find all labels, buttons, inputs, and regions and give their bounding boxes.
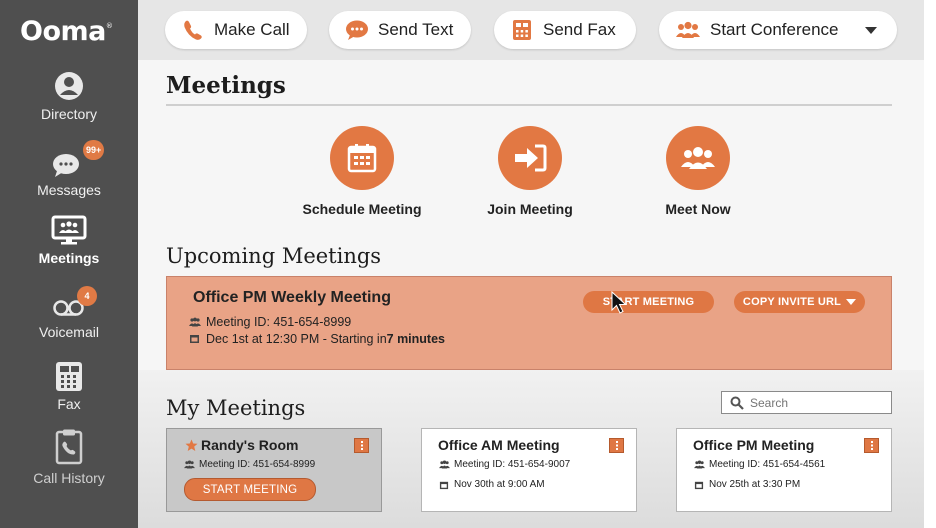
copy-invite-url-button[interactable]: COPY INVITE URL (734, 291, 865, 313)
join-meeting-action[interactable]: Join Meeting (450, 126, 610, 217)
voicemail-icon: 4 (51, 286, 97, 320)
chat-bubble-icon (345, 18, 369, 42)
upcoming-meeting-title: Office PM Weekly Meeting (193, 289, 391, 306)
start-meeting-button[interactable]: START MEETING (184, 478, 316, 501)
call-history-clipboard-icon (50, 428, 88, 466)
search-input[interactable] (750, 395, 880, 410)
meeting-card-title: Office AM Meeting (438, 437, 560, 453)
meeting-card[interactable]: Office PM Meeting Meeting ID: 451-654-45… (676, 428, 892, 512)
upcoming-meeting-countdown: 7 minutes (386, 332, 445, 346)
page-title: Meetings (166, 72, 286, 99)
start-conference-button[interactable]: Start Conference (659, 11, 897, 49)
meeting-card[interactable]: Office AM Meeting Meeting ID: 451-654-90… (421, 428, 637, 512)
window-edge (924, 0, 936, 528)
group-icon (694, 460, 705, 470)
voicemail-badge: 4 (77, 286, 97, 306)
calendar-icon[interactable] (330, 126, 394, 190)
sidebar-item-fax[interactable]: Fax (0, 360, 138, 412)
meeting-card-id-row: Meeting ID: 451-654-4561 (694, 459, 825, 470)
sidebar-item-label: Messages (37, 182, 101, 198)
upcoming-meeting-time-row: Dec 1st at 12:30 PM - Starting in 7 minu… (189, 332, 445, 346)
sidebar-item-call-history[interactable]: Call History (0, 428, 138, 486)
group-icon (189, 316, 201, 328)
my-meetings-heading: My Meetings (166, 396, 306, 420)
start-meeting-button[interactable]: START MEETING (583, 291, 714, 313)
meeting-card-id-row: Meeting ID: 451-654-9007 (439, 459, 570, 470)
fax-icon (51, 360, 87, 392)
calendar-icon (189, 333, 201, 345)
search-icon (730, 396, 744, 410)
upcoming-meetings-heading: Upcoming Meetings (166, 244, 382, 268)
schedule-meeting-label: Schedule Meeting (302, 201, 422, 217)
meeting-card-id-row: Meeting ID: 451-654-8999 (184, 459, 315, 470)
group-icon[interactable] (666, 126, 730, 190)
send-text-button[interactable]: Send Text (329, 11, 471, 49)
start-conference-label: Start Conference (710, 20, 839, 39)
sidebar-item-label: Directory (40, 106, 97, 122)
upcoming-meeting-id: Meeting ID: 451-654-8999 (206, 315, 352, 329)
join-meeting-label: Join Meeting (487, 201, 573, 217)
make-call-button[interactable]: Make Call (165, 11, 307, 49)
chevron-down-icon (846, 299, 857, 305)
meeting-card-date: Nov 25th at 3:30 PM (709, 479, 801, 490)
ooma-logo: Ooma® (20, 16, 113, 47)
upcoming-meeting-time: Dec 1st at 12:30 PM - Starting in (206, 332, 387, 346)
sidebar-item-voicemail[interactable]: 4 Voicemail (0, 286, 138, 340)
meeting-card-date-row: Nov 25th at 3:30 PM (694, 479, 800, 490)
send-fax-button[interactable]: Send Fax (494, 11, 636, 49)
make-call-label: Make Call (214, 20, 290, 39)
sidebar-item-messages[interactable]: 99+ Messages (0, 140, 138, 198)
sidebar-item-label: Meetings (38, 250, 100, 266)
sidebar-item-directory[interactable]: Directory (0, 70, 138, 122)
sidebar-item-label: Call History (33, 470, 105, 486)
group-icon (675, 18, 701, 42)
copy-invite-url-label: COPY INVITE URL (742, 296, 842, 308)
meeting-card-date: Nov 30th at 9:00 AM (454, 479, 545, 490)
person-icon (51, 70, 87, 102)
sign-in-arrow-icon[interactable] (498, 126, 562, 190)
top-toolbar: Make Call Send Text Send Fax Start Confe… (138, 0, 936, 60)
meet-now-label: Meet Now (665, 201, 731, 217)
upcoming-meeting-card: Office PM Weekly Meeting Meeting ID: 451… (166, 276, 892, 370)
search-box[interactable] (721, 391, 892, 414)
sidebar-item-label: Voicemail (39, 324, 99, 340)
star-icon (185, 439, 198, 451)
meetings-monitor-icon (51, 214, 87, 246)
sidebar-item-meetings[interactable]: Meetings (0, 214, 138, 266)
meet-now-action[interactable]: Meet Now (618, 126, 778, 217)
meeting-card-title: Randy's Room (201, 437, 299, 453)
chat-bubble-icon: 99+ (51, 140, 105, 178)
more-options-icon[interactable] (609, 438, 624, 453)
send-fax-label: Send Fax (543, 20, 616, 39)
meeting-card-title-row: Randy's Room (185, 437, 298, 453)
sidebar: Ooma® Directory 99+ Messages Meetings 4 … (0, 0, 138, 528)
calendar-icon (694, 480, 705, 490)
calendar-icon (439, 480, 450, 490)
meeting-card-id: Meeting ID: 451-654-4561 (709, 459, 826, 470)
meeting-card-title: Office PM Meeting (693, 437, 815, 453)
messages-badge: 99+ (83, 140, 105, 160)
chevron-down-icon[interactable] (865, 26, 877, 34)
group-icon (439, 460, 450, 470)
meeting-card-id: Meeting ID: 451-654-8999 (199, 459, 316, 470)
schedule-meeting-action[interactable]: Schedule Meeting (282, 126, 442, 217)
phone-icon (181, 18, 205, 42)
more-options-icon[interactable] (354, 438, 369, 453)
send-text-label: Send Text (378, 20, 454, 39)
more-options-icon[interactable] (864, 438, 879, 453)
meeting-card[interactable]: Randy's Room Meeting ID: 451-654-8999 ST… (166, 428, 382, 512)
mouse-cursor-icon (611, 291, 627, 314)
group-icon (184, 460, 195, 470)
fax-icon (510, 18, 534, 42)
upcoming-meeting-id-row: Meeting ID: 451-654-8999 (189, 315, 351, 329)
meeting-card-date-row: Nov 30th at 9:00 AM (439, 479, 545, 490)
sidebar-item-label: Fax (57, 396, 81, 412)
meeting-card-id: Meeting ID: 451-654-9007 (454, 459, 571, 470)
title-divider (166, 104, 892, 106)
